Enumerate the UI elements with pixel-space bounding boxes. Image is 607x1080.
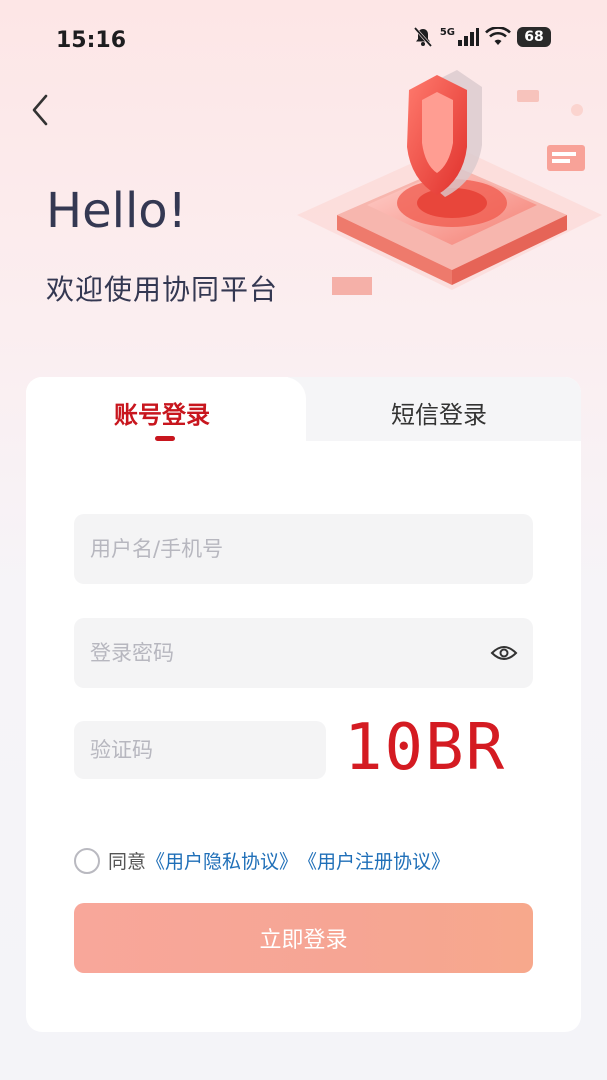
agreement-row: 同意 《用户隐私协议》 《用户注册协议》 [74,847,450,874]
agreement-radio[interactable] [74,847,100,874]
wifi-icon [485,27,511,45]
register-agreement-link[interactable]: 《用户注册协议》 [298,847,450,874]
status-time: 15:16 [56,28,127,53]
agreement-prefix: 同意 [108,851,147,873]
tab-indicator [155,436,175,441]
greeting-heading: Hello! [46,183,187,239]
tab-sms-login[interactable]: 短信登录 [391,395,487,430]
captcha-text: 10BR [344,711,507,785]
security-shield-illustration [297,70,602,295]
login-card: 账号登录 短信登录 10BR 同意 《用户隐私协议》 《用户注册协议》 立即登录 [26,377,581,1032]
captcha-image[interactable]: 10BR [344,712,534,784]
tab-account-login[interactable]: 账号登录 [114,395,210,430]
back-arrow-icon[interactable] [26,92,54,128]
signal-icon [458,28,479,46]
username-input[interactable] [74,514,533,584]
password-input[interactable] [74,618,533,688]
welcome-text: 欢迎使用协同平台 [46,273,279,306]
network-label: 5G [439,26,455,38]
privacy-policy-link[interactable]: 《用户隐私协议》 [146,847,298,874]
captcha-input[interactable] [74,721,326,779]
status-icons: 5G 68 [412,26,551,48]
login-button[interactable]: 立即登录 [74,903,533,973]
show-password-eye-icon[interactable] [490,640,518,666]
battery-icon: 68 [517,27,551,47]
mute-bell-icon [413,27,432,47]
